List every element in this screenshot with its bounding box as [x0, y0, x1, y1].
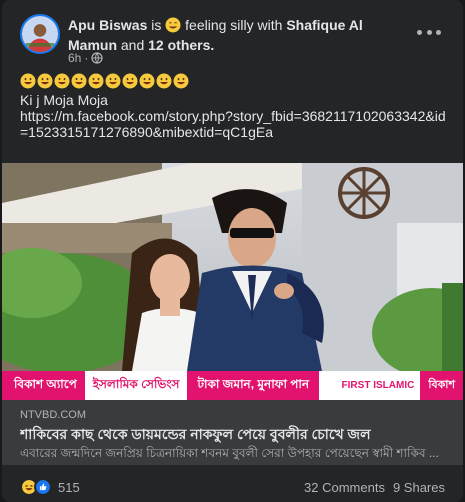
banner-right: টাকা জমান, মুনাফা পান	[187, 371, 320, 400]
dot	[426, 29, 432, 35]
meta-separator: ·	[84, 51, 89, 65]
post-meta: 6h ·	[68, 51, 103, 65]
is-text: is	[151, 17, 162, 33]
post-body: Ki j Moja Moja https://m.facebook.com/st…	[20, 92, 450, 140]
grinning-emoji-icon	[20, 73, 36, 89]
grinning-emoji-icon	[105, 73, 121, 89]
ad-banner: বিকাশ অ্যাপে ইসলামিক সেভিংস টাকা জমান, ম…	[2, 371, 463, 400]
banner-logo: FIRST ISLAMIC	[341, 380, 415, 391]
preview-description: এবারের জন্মদিনে জনপ্রিয় চিত্রনায়িকা শব…	[20, 446, 439, 460]
like-reaction-icon	[34, 478, 52, 496]
footer-stats: 32 Comments 9 Shares	[304, 480, 445, 495]
dot	[436, 29, 441, 35]
grinning-emoji-icon	[71, 73, 87, 89]
preview-title: শাকিবের কাছ থেকে ডায়মন্ডের নাকফুল পেয়ে…	[20, 426, 371, 442]
post-card: Apu Biswas is feeling silly with Shafiqu…	[2, 0, 463, 502]
post-footer: 515 32 Comments 9 Shares	[20, 476, 445, 498]
post-link[interactable]: https://m.facebook.com/story.php?story_f…	[20, 108, 450, 140]
author-avatar[interactable]	[20, 14, 60, 54]
tagged-others[interactable]: 12 others.	[148, 37, 214, 53]
banner-left: বিকাশ অ্যাপে	[2, 371, 85, 400]
banner-middle: ইসলামিক সেভিংস	[92, 376, 180, 391]
more-options-button[interactable]	[417, 22, 441, 42]
comments-count[interactable]: 32 Comments	[304, 480, 385, 495]
globe-icon[interactable]	[91, 52, 103, 64]
reaction-count[interactable]: 515	[58, 480, 80, 495]
author-name[interactable]: Apu Biswas	[68, 17, 147, 33]
and-text: and	[120, 37, 145, 53]
feeling-text: feeling silly with	[185, 17, 283, 33]
banner-brand: বিকাশ	[420, 371, 463, 400]
post-header-text: Apu Biswas is feeling silly with Shafiqu…	[68, 15, 413, 55]
link-preview[interactable]: NTVBD.COM শাকিবের কাছ থেকে ডায়মন্ডের না…	[2, 400, 463, 465]
photo-scene	[2, 163, 463, 371]
post-timestamp[interactable]: 6h	[68, 51, 81, 65]
reaction-icons[interactable]	[20, 478, 52, 496]
dot	[417, 29, 422, 35]
emoji-row	[20, 73, 189, 89]
grinning-emoji-icon	[139, 73, 155, 89]
preview-domain: NTVBD.COM	[20, 409, 86, 421]
grinning-emoji-icon	[122, 73, 138, 89]
grinning-emoji-icon	[54, 73, 70, 89]
silly-emoji-icon	[165, 17, 181, 33]
grinning-emoji-icon	[156, 73, 172, 89]
post-image[interactable]: বিকাশ অ্যাপে ইসলামিক সেভিংস টাকা জমান, ম…	[2, 163, 463, 400]
grinning-emoji-icon	[173, 73, 189, 89]
grinning-emoji-icon	[37, 73, 53, 89]
grinning-emoji-icon	[88, 73, 104, 89]
post-text-line: Ki j Moja Moja	[20, 92, 108, 108]
avatar-image	[22, 16, 58, 52]
shares-count[interactable]: 9 Shares	[393, 480, 445, 495]
